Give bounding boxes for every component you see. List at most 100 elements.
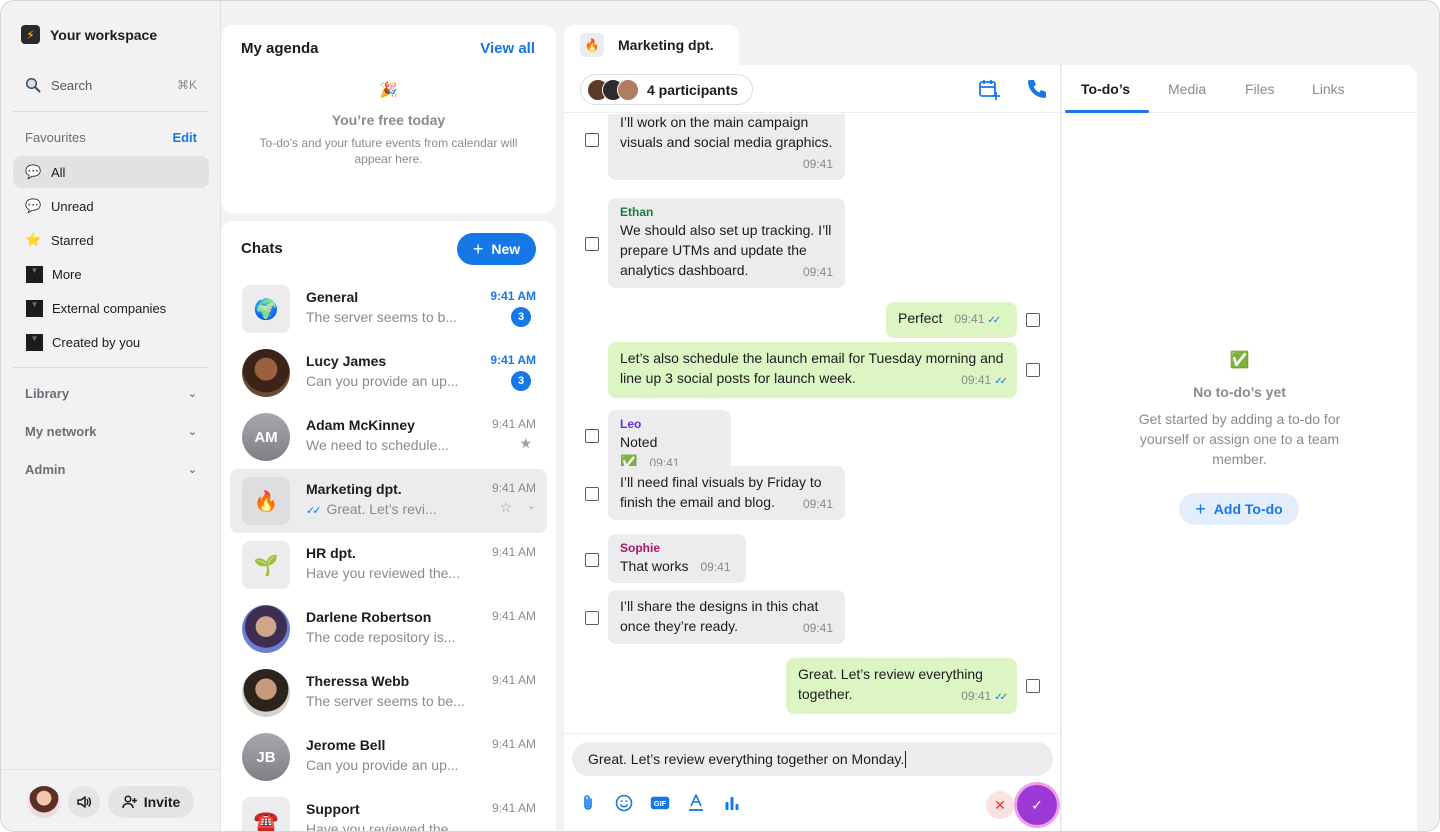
section-library[interactable]: Library ⌄ [25, 386, 197, 401]
message-text: I’ll work on the main campaign visuals a… [620, 114, 833, 150]
conversation-header: 4 participants [564, 65, 1061, 113]
todo-checkbox[interactable] [585, 429, 599, 443]
double-check-icon: ✓✓ [987, 315, 1001, 326]
divider [13, 111, 209, 112]
message-input[interactable]: Great. Let’s review everything together … [572, 742, 1053, 776]
message-bubble[interactable]: Ethan We should also set up tracking. I’… [608, 198, 845, 288]
send-button[interactable]: ✓ [1017, 785, 1057, 825]
todo-checkbox[interactable] [585, 237, 599, 251]
chat-row-support[interactable]: ☎️ Support Have you reviewed the... 9:41… [230, 789, 547, 831]
sound-button[interactable] [68, 786, 100, 818]
chat-bubble-icon: 💬 [25, 164, 42, 179]
tab-links[interactable]: Links [1312, 81, 1345, 97]
chat-row-general[interactable]: 🌍 General The server seems to b... 9:41 … [230, 277, 547, 341]
chevron-down-icon[interactable]: ⌄ [527, 499, 536, 512]
chevron-down-icon: ⌄ [187, 388, 197, 400]
nav-item-created-by-you[interactable]: ▼ Created by you [13, 326, 209, 358]
unread-badge: 3 [511, 371, 531, 391]
participants-button[interactable]: 4 participants [580, 74, 754, 105]
star-outline-icon[interactable]: ☆ [499, 499, 512, 516]
attach-icon[interactable] [578, 793, 598, 813]
todo-checkbox[interactable] [1026, 313, 1040, 327]
todo-checkbox[interactable] [585, 487, 599, 501]
search-label: Search [51, 77, 93, 93]
chat-name: Adam McKinney [306, 417, 415, 433]
search-shortcut: ⌘K [176, 78, 197, 92]
nav-item-unread[interactable]: 💬 Unread [13, 190, 209, 222]
tab-media[interactable]: Media [1168, 81, 1206, 97]
add-todo-button[interactable]: + Add To-do [1179, 493, 1299, 525]
view-all-link[interactable]: View all [480, 40, 535, 57]
section-label: Admin [25, 462, 66, 477]
message-bubble[interactable]: Let’s also schedule the launch email for… [608, 342, 1017, 398]
chat-row-hr-dpt[interactable]: 🌱 HR dpt. Have you reviewed the... 9:41 … [230, 533, 547, 597]
message-text: I’ll share the designs in this chat once… [620, 598, 819, 634]
invite-button[interactable]: Invite [108, 786, 194, 818]
message-text: Great. Let’s review everything together. [798, 666, 983, 702]
nav-item-starred[interactable]: ⭐ Starred [13, 224, 209, 256]
chat-row-adam-mckinney[interactable]: AM Adam McKinney We need to schedule... … [230, 405, 547, 469]
nav-item-all[interactable]: 💬 All [13, 156, 209, 188]
chat-row-theressa-webb[interactable]: Theressa Webb The server seems to be... … [230, 661, 547, 725]
todo-checkbox[interactable] [585, 553, 599, 567]
chevron-down-icon: ⌄ [187, 464, 197, 476]
chat-row-lucy-james[interactable]: Lucy James Can you provide an up... 9:41… [230, 341, 547, 405]
nav-item-more[interactable]: ▼ More [13, 258, 209, 290]
todo-checkbox[interactable] [1026, 363, 1040, 377]
poll-icon[interactable] [722, 793, 742, 813]
caret-down-icon: ▼ [26, 265, 43, 283]
details-tabs: To-do’s Media Files Links [1062, 65, 1417, 113]
avatar [617, 78, 639, 101]
nav-item-external-companies[interactable]: ▼ External companies [13, 292, 209, 324]
message-time: 09:41 [954, 312, 985, 326]
chat-preview: Can you provide an up... [306, 373, 459, 389]
unread-bubble-icon: 💬 [25, 198, 42, 213]
chat-name: General [306, 289, 359, 305]
user-avatar[interactable] [28, 786, 60, 818]
conversation-tab[interactable]: 🔥 Marketing dpt. [564, 25, 739, 65]
text-format-icon[interactable] [686, 793, 706, 813]
chat-row-marketing-dpt[interactable]: 🔥 Marketing dpt. ✓✓ Great. Let’s revi... … [230, 469, 547, 533]
search-button[interactable]: Search ⌘K [25, 75, 197, 95]
agenda-empty-title: You’re free today [331, 112, 446, 128]
favourites-title: Favourites [25, 130, 86, 145]
chat-row-darlene-robertson[interactable]: Darlene Robertson The code repository is… [230, 597, 547, 661]
message-bubble[interactable]: I’ll need final visuals by Friday to fin… [608, 466, 845, 520]
todo-checkbox[interactable] [1026, 679, 1040, 693]
calendar-add-icon[interactable] [977, 77, 1001, 101]
agenda-title: My agenda [241, 40, 319, 57]
nav-item-label: More [52, 266, 82, 282]
message-bubble[interactable]: Great. Let’s review everything together.… [786, 658, 1017, 714]
app-window: ⚡ Your workspace Search ⌘K Favourites Ed… [0, 0, 1440, 832]
todo-checkbox[interactable] [585, 133, 599, 147]
details-panel: To-do’s Media Files Links ✅ No to-do’s y… [1062, 65, 1417, 831]
active-tab-indicator [1065, 110, 1149, 113]
section-my-network[interactable]: My network ⌄ [25, 424, 197, 439]
chat-time: 9:41 AM [491, 417, 536, 431]
party-icon: 🎉 [379, 82, 398, 99]
avatar: AM [242, 413, 290, 461]
gif-icon[interactable]: GIF [650, 793, 670, 813]
message-time: 09:41 [802, 265, 833, 279]
message-text: We should also set up tracking. I’ll pre… [620, 222, 832, 278]
message-bubble[interactable]: Perfect 09:41 ✓✓ [886, 302, 1017, 338]
message-bubble[interactable]: I’ll share the designs in this chat once… [608, 590, 845, 644]
cancel-edit-button[interactable]: ✕ [986, 791, 1014, 819]
new-chat-button[interactable]: + New [457, 233, 536, 265]
avatar [242, 669, 290, 717]
favourites-header: Favourites Edit [25, 130, 197, 145]
chat-row-jerome-bell[interactable]: JB Jerome Bell Can you provide an up... … [230, 725, 547, 789]
message-bubble[interactable]: I’ll work on the main campaign visuals a… [608, 114, 845, 180]
tab-files[interactable]: Files [1245, 81, 1275, 97]
todo-checkbox[interactable] [585, 611, 599, 625]
sender-name: Sophie [620, 541, 661, 555]
workspace-switcher[interactable]: ⚡ Your workspace [21, 25, 157, 44]
phone-icon[interactable] [1025, 77, 1049, 101]
section-admin[interactable]: Admin ⌄ [25, 462, 197, 477]
emoji-icon[interactable] [614, 793, 634, 813]
tab-todos[interactable]: To-do’s [1081, 81, 1130, 97]
svg-text:GIF: GIF [654, 799, 667, 808]
message-bubble[interactable]: Sophie That works 09:41 [608, 534, 746, 583]
section-label: My network [25, 424, 97, 439]
favourites-edit-link[interactable]: Edit [172, 130, 197, 145]
